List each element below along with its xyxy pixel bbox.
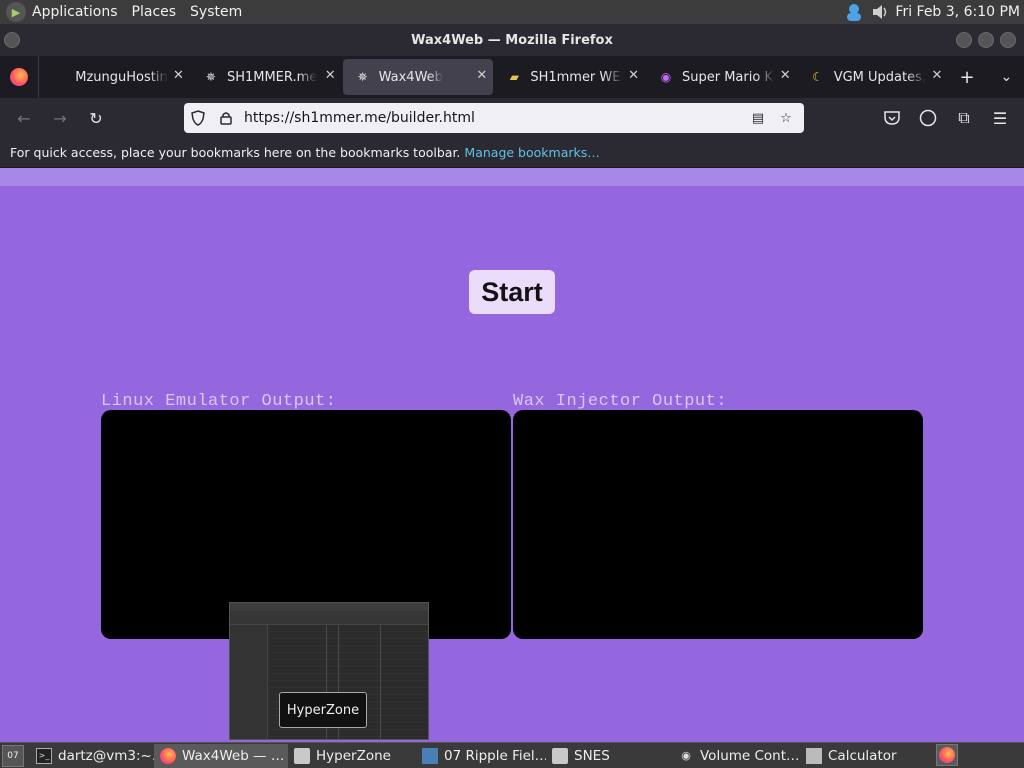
tab-label: SH1mmer WEB [530,69,623,85]
tab-label: VGM Updates, S [833,69,927,85]
taskbar-item-calculator[interactable]: Calculator [800,744,920,768]
banana-icon: ☾ [812,70,824,84]
lock-icon[interactable] [212,111,240,125]
show-desktop-button[interactable]: 07 [2,744,24,767]
tab-strip: MzunguHosting - B ✕ ✵ SH1MMER.me ✕ ✵ Wax… [0,56,1024,98]
close-tab-icon[interactable]: ✕ [628,68,639,83]
close-tab-icon[interactable]: ✕ [780,68,791,83]
terminal-icon: >_ [36,747,52,764]
forward-arrow-icon[interactable]: → [42,102,78,134]
sh1mmer-star-icon: ✵ [205,70,216,84]
taskbar-item-label: SNES [574,747,610,764]
menu-places[interactable]: Places [132,4,177,20]
back-arrow-icon[interactable]: ← [6,102,42,134]
window-title: Wax4Web — Mozilla Firefox [411,32,613,48]
url-text[interactable]: https://sh1mmer.me/builder.html [244,110,744,126]
maximize-button[interactable] [978,32,994,48]
menu-applications[interactable]: Applications [32,4,118,20]
firefox-icon [939,747,955,763]
bookmarks-hint: For quick access, place your bookmarks h… [10,145,461,160]
firefox-icon [10,68,29,86]
linux-output-label: Linux Emulator Output: [101,392,337,411]
window-titlebar[interactable]: Wax4Web — Mozilla Firefox [0,24,1024,56]
firefox-view-button[interactable] [0,56,40,98]
volume-icon[interactable] [869,1,891,23]
list-all-tabs-chevron-icon[interactable]: ⌄ [989,59,1024,95]
close-tab-icon[interactable]: ✕ [325,68,336,83]
clock[interactable]: Fri Feb 3, 6:10 PM [895,4,1020,20]
taskbar-item-label: Calculator [828,747,897,764]
page-header-strip [0,168,1024,186]
tab-label: SH1MMER.me [226,69,318,85]
manage-bookmarks-link[interactable]: Manage bookmarks… [464,145,599,160]
bookmarks-toolbar: For quick access, place your bookmarks h… [0,138,1024,168]
close-window-button[interactable] [1000,32,1016,48]
taskbar-item-snes[interactable]: SNES [546,744,672,768]
folder-icon: ▰ [509,70,519,84]
page-icon [51,69,67,85]
account-icon[interactable] [910,102,946,134]
close-tab-icon[interactable]: ✕ [476,68,487,83]
calculator-icon [806,747,822,764]
window-preview-label: HyperZone [279,692,367,728]
taskbar-item-label: 07 Ripple Fiel… [444,747,546,764]
tab-vgm-updates[interactable]: ☾ VGM Updates, S ✕ [798,59,949,95]
tab-sh1mmer-me[interactable]: ✵ SH1MMER.me ✕ [191,59,342,95]
taskbar-item-terminal[interactable]: >_ dartz@vm3:~… [30,744,154,768]
taskbar-item-label: Volume Cont… [700,747,800,764]
wax-output-label: Wax Injector Output: [513,392,728,411]
firefox-icon [160,747,176,764]
tab-label: Wax4Web [378,69,443,85]
preview-column-divider [380,625,381,739]
tab-mzunguhosting[interactable]: MzunguHosting - B ✕ [39,59,190,95]
extensions-puzzle-icon[interactable]: ⧉ [946,102,982,134]
bookmark-star-icon[interactable]: ☆ [772,111,800,126]
user-status-icon[interactable] [843,1,865,23]
url-bar[interactable]: https://sh1mmer.me/builder.html ▤ ☆ [184,103,804,133]
page-content: Start Linux Emulator Output: Wax Injecto… [0,168,1024,742]
close-tab-icon[interactable]: ✕ [173,68,184,83]
tab-wax4web[interactable]: ✵ Wax4Web ✕ [342,59,494,95]
volume-control-icon: ◉ [681,749,691,762]
reload-icon[interactable]: ↻ [78,102,114,134]
new-tab-plus-icon[interactable]: + [949,59,984,95]
pocket-icon[interactable] [874,102,910,134]
workspace-firefox-icon[interactable] [936,744,958,766]
taskbar-item-volume-control[interactable]: ◉ Volume Cont… [672,744,800,768]
sh1mmer-star-icon: ✵ [357,70,368,84]
taskbar-item-label: HyperZone [316,747,391,764]
wax-injector-output[interactable] [513,410,923,639]
tab-super-mario-kart[interactable]: ◉ Super Mario Kar ✕ [646,59,797,95]
hamburger-menu-icon[interactable]: ☰ [982,102,1018,134]
tab-label: MzunguHosting - B [75,69,168,85]
nav-bar: ← → ↻ https://sh1mmer.me/builder.html ▤ … [0,98,1024,138]
taskbar-item-label: dartz@vm3:~… [58,747,154,764]
close-tab-icon[interactable]: ✕ [931,68,942,83]
preview-menubar [230,603,428,611]
window-menu-button[interactable] [4,32,20,48]
minimize-button[interactable] [956,32,972,48]
tab-sh1mmer-web[interactable]: ▰ SH1mmer WEB ✕ [494,59,645,95]
taskbar-item-ripple-field[interactable]: 07 Ripple Fiel… [416,744,546,768]
tab-label: Super Mario Kar [682,69,775,85]
folder-icon [294,747,310,764]
taskbar-item-firefox[interactable]: Wax4Web — … [154,743,288,768]
taskbar-item-hyperzone[interactable]: HyperZone [288,744,416,768]
menu-system[interactable]: System [190,4,242,20]
reader-view-icon[interactable]: ▤ [744,111,772,126]
bottom-taskbar: 07 >_ dartz@vm3:~… Wax4Web — … HyperZone… [0,742,1024,768]
media-file-icon [422,747,438,764]
folder-icon [552,747,568,764]
apps-logo-icon[interactable]: ▶ [6,2,26,22]
taskbar-item-label: Wax4Web — … [182,747,285,764]
top-panel: ▶ Applications Places System Fri Feb 3, … [0,0,1024,24]
start-button[interactable]: Start [469,270,555,314]
preview-sidebar [230,625,268,739]
preview-toolbar [230,611,428,625]
tracking-shield-icon[interactable] [184,110,212,126]
mario-kart-icon: ◉ [660,70,672,84]
